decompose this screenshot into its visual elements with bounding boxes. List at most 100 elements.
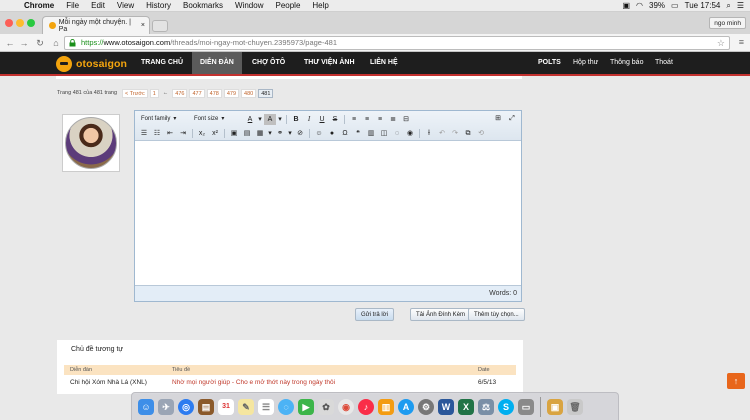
toggle-bbcode-icon[interactable]: ⊞ [492, 113, 504, 124]
font-family-select[interactable]: Font family ▾ [138, 114, 190, 125]
editor-textarea[interactable] [135, 141, 521, 285]
safari-icon[interactable]: ◎ [178, 398, 194, 415]
ibooks-icon[interactable]: ▥ [378, 398, 394, 415]
underline-icon[interactable]: U [316, 114, 328, 125]
upload-attachment-button[interactable]: Tải Ảnh Đính Kèm [410, 308, 472, 321]
special-char-circle-icon[interactable]: ● [326, 128, 338, 139]
itunes-icon[interactable]: ♪ [358, 398, 374, 415]
nav-home[interactable]: TRANG CHỦ [133, 52, 191, 74]
minimize-window-button[interactable] [16, 19, 24, 27]
font-size-select[interactable]: Font size ▾ [191, 114, 243, 125]
screen-sharing-icon[interactable]: ▭ [518, 398, 534, 415]
outdent-icon[interactable]: ⇤ [164, 128, 176, 139]
quote-icon[interactable]: ❝ [352, 128, 364, 139]
page-first[interactable]: 1 [149, 88, 159, 98]
numbered-list-icon[interactable]: ☷ [151, 128, 163, 139]
spotlight-icon[interactable]: ⌕ [726, 1, 730, 11]
menu-people[interactable]: People [269, 0, 306, 12]
facetime-icon[interactable]: ▶ [298, 398, 314, 415]
menu-bookmarks[interactable]: Bookmarks [177, 0, 229, 12]
excel-icon[interactable]: X [458, 398, 474, 415]
reminders-icon[interactable]: ☰ [258, 398, 274, 415]
fullscreen-icon[interactable]: ⤢ [506, 113, 518, 124]
align-center-icon[interactable]: ≡ [361, 114, 373, 125]
scroll-to-top-button[interactable]: ↑ [727, 373, 745, 389]
spoiler-icon[interactable]: ◫ [378, 128, 390, 139]
forward-icon[interactable]: → [18, 37, 30, 49]
home-icon[interactable]: ⌂ [50, 37, 62, 49]
photos-icon[interactable]: ✿ [318, 398, 334, 415]
chrome-menu-icon[interactable]: ≡ [739, 37, 744, 47]
nav-forum[interactable]: DIỄN ĐÀN [192, 52, 242, 74]
reload-icon[interactable]: ↻ [34, 37, 46, 49]
code-icon[interactable]: ▥ [365, 128, 377, 139]
menu-view[interactable]: View [111, 0, 140, 12]
chevron-down-icon[interactable]: ▾ [257, 114, 263, 125]
app-store-icon[interactable]: A [398, 398, 414, 415]
superscript-icon[interactable]: x² [209, 128, 221, 139]
close-window-button[interactable] [5, 19, 13, 27]
chevron-down-icon[interactable]: ▾ [287, 128, 293, 139]
align-right-icon[interactable]: ≡ [374, 114, 386, 125]
calendar-icon[interactable]: 31 [218, 398, 234, 415]
row-title-link[interactable]: Nhờ mọi người giúp - Cho e mở thớt này t… [172, 377, 335, 388]
back-icon[interactable]: ← [4, 37, 16, 49]
page-link[interactable]: 476 [172, 88, 188, 98]
menu-app-name[interactable]: Chrome [18, 0, 60, 12]
avatar[interactable] [65, 117, 117, 169]
trash-icon[interactable]: 🗑 [567, 398, 583, 415]
nav-contact[interactable]: LIÊN HỆ [362, 52, 406, 74]
clear-format-icon[interactable]: Ɨ [423, 128, 435, 139]
redo-icon[interactable]: ↷ [449, 128, 461, 139]
profile-button[interactable]: ngo minh [709, 17, 746, 29]
chevron-down-icon[interactable]: ▾ [277, 114, 283, 125]
notes-icon[interactable]: ✎ [238, 398, 254, 415]
unlink-icon[interactable]: ⊘ [294, 128, 306, 139]
horizontal-rule-icon[interactable]: ⊟ [400, 114, 412, 125]
dropbox-icon[interactable]: ▣ [622, 1, 630, 10]
bullet-list-icon[interactable]: ☰ [138, 128, 150, 139]
restore-draft-icon[interactable]: ⟲ [475, 128, 487, 139]
menu-edit[interactable]: Edit [85, 0, 111, 12]
launchpad-icon[interactable]: ✈ [158, 398, 174, 415]
align-left-icon[interactable]: ≡ [348, 114, 360, 125]
align-justify-icon[interactable]: ≣ [387, 114, 399, 125]
table-icon[interactable]: ▦ [254, 128, 266, 139]
nav-inbox[interactable]: Hộp thư [573, 52, 598, 74]
omega-icon[interactable]: Ω [339, 128, 351, 139]
archive-box-icon[interactable]: ▣ [547, 398, 563, 415]
word-icon[interactable]: W [438, 398, 454, 415]
media-icon[interactable]: ▤ [241, 128, 253, 139]
paste-icon[interactable]: ⧉ [462, 128, 474, 139]
link-icon[interactable]: ⚭ [274, 128, 286, 139]
page-ellipsis-icon[interactable]: ← [161, 90, 171, 96]
italic-icon[interactable]: I [303, 114, 315, 125]
bold-icon[interactable]: B [290, 114, 302, 125]
chevron-down-icon[interactable]: ▾ [267, 128, 273, 139]
page-link[interactable]: 478 [206, 88, 222, 98]
page-link[interactable]: 477 [189, 88, 205, 98]
wifi-icon[interactable]: ◠ [636, 1, 643, 10]
nav-notifications[interactable]: Thông báo [610, 52, 643, 74]
row-forum-link[interactable]: Chi hội Xóm Nhà Lá (XNL) [70, 377, 147, 388]
messages-icon[interactable]: ◌ [278, 398, 294, 415]
page-prev[interactable]: < Trước [122, 88, 148, 98]
hide-eye-icon[interactable]: ◉ [404, 128, 416, 139]
nav-logout[interactable]: Thoát [655, 52, 673, 74]
indent-icon[interactable]: ⇥ [177, 128, 189, 139]
battery-percent[interactable]: 39% [649, 1, 665, 10]
page-link[interactable]: 480 [241, 88, 257, 98]
strikethrough-icon[interactable]: S [329, 114, 341, 125]
battery-icon[interactable]: ▭ [671, 1, 679, 10]
chat-bubble-icon[interactable]: ◌ [391, 128, 403, 139]
tab-close-icon[interactable]: × [141, 22, 145, 29]
menu-file[interactable]: File [60, 0, 85, 12]
submit-reply-button[interactable]: Gửi trả lời [355, 308, 394, 321]
site-logo[interactable]: otosaigon [56, 56, 127, 72]
preview-icon[interactable]: ⚖ [478, 398, 494, 415]
undo-icon[interactable]: ↶ [436, 128, 448, 139]
zoom-window-button[interactable] [27, 19, 35, 27]
more-options-button[interactable]: Thêm tùy chọn... [468, 308, 525, 321]
tab-active[interactable]: Mỗi ngày một chuyện. | Pa × [42, 16, 150, 34]
page-link[interactable]: 479 [223, 88, 240, 98]
